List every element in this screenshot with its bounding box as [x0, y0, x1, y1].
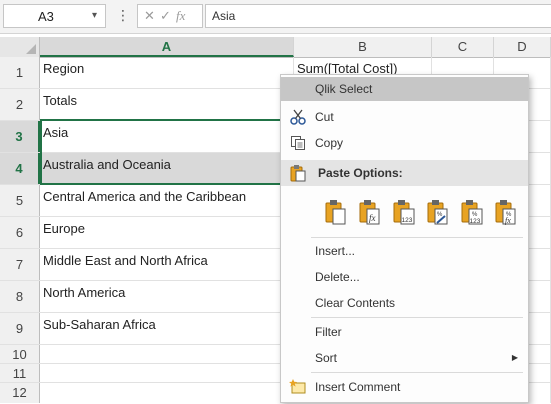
- menu-item-label: Qlik Select: [315, 82, 373, 96]
- svg-text:fx: fx: [505, 216, 511, 225]
- row-header[interactable]: 2: [0, 89, 40, 120]
- menu-item-clear-contents[interactable]: Clear Contents: [281, 291, 528, 315]
- menu-item-label: Paste Options:: [318, 166, 403, 180]
- cell-a7[interactable]: Middle East and North Africa: [40, 249, 294, 280]
- column-header-c[interactable]: C: [432, 37, 494, 57]
- row-header[interactable]: 7: [0, 249, 40, 280]
- row-header[interactable]: 5: [0, 185, 40, 216]
- row-header[interactable]: 8: [0, 281, 40, 312]
- formula-input[interactable]: Asia: [205, 4, 551, 28]
- scissors-icon: [289, 108, 307, 126]
- paste-options-header: Paste Options:: [281, 160, 528, 186]
- name-box[interactable]: A3 ▾: [3, 4, 106, 28]
- menu-item-label: Clear Contents: [315, 296, 396, 310]
- paste-options-row: fx 123 % % 123 % fx: [281, 195, 528, 229]
- cell-a9[interactable]: Sub-Saharan Africa: [40, 313, 294, 344]
- cell-a11[interactable]: [40, 364, 294, 382]
- menu-separator: [311, 237, 523, 238]
- cancel-icon[interactable]: ✕: [144, 8, 155, 24]
- paste-formulas-icon[interactable]: fx: [357, 198, 383, 226]
- menu-item-cut[interactable]: Cut: [281, 105, 528, 129]
- context-menu: Qlik Select Cut Copy Paste Options: fx 1…: [280, 74, 529, 403]
- cell-a3[interactable]: Asia: [40, 121, 294, 152]
- name-box-value: A3: [38, 9, 54, 24]
- row-header[interactable]: 9: [0, 313, 40, 344]
- new-comment-icon: [289, 378, 307, 396]
- row-header[interactable]: 10: [0, 345, 40, 363]
- row-header[interactable]: 12: [0, 383, 40, 403]
- chevron-right-icon: ▶: [511, 353, 518, 362]
- chevron-down-icon[interactable]: ▾: [92, 10, 97, 21]
- menu-item-label: Cut: [315, 110, 334, 124]
- svg-text:fx: fx: [369, 213, 376, 223]
- menu-item-label: Delete...: [315, 270, 360, 284]
- cell-a4[interactable]: Australia and Oceania: [40, 153, 294, 184]
- menu-item-delete[interactable]: Delete...: [281, 265, 528, 289]
- menu-item-insert[interactable]: Insert...: [281, 239, 528, 263]
- menu-item-qlik-select[interactable]: Qlik Select: [281, 77, 528, 101]
- menu-item-insert-comment[interactable]: Insert Comment: [281, 375, 528, 399]
- row-header[interactable]: 6: [0, 217, 40, 248]
- svg-text:123: 123: [470, 218, 481, 225]
- row-header[interactable]: 11: [0, 364, 40, 382]
- menu-item-copy[interactable]: Copy: [281, 131, 528, 155]
- enter-icon[interactable]: ✓: [160, 8, 171, 24]
- column-header-b[interactable]: B: [294, 37, 432, 57]
- menu-item-filter[interactable]: Filter: [281, 320, 528, 344]
- column-header-a[interactable]: A: [40, 37, 294, 57]
- column-headers: A B C D: [0, 37, 551, 58]
- menu-item-sort[interactable]: Sort ▶: [281, 346, 528, 370]
- column-header-d[interactable]: D: [494, 37, 551, 57]
- cell-a10[interactable]: [40, 345, 294, 363]
- insert-function-icon[interactable]: fx: [176, 8, 185, 24]
- menu-item-label: Copy: [315, 136, 344, 150]
- menu-item-label: Insert Comment: [315, 380, 401, 394]
- formula-bar: A3 ▾ ⋮ ✕ ✓ fx Asia: [0, 0, 551, 34]
- row-header[interactable]: 4: [0, 153, 40, 184]
- menu-item-label: Sort: [315, 351, 338, 365]
- svg-text:123: 123: [402, 217, 413, 224]
- paste-formatting-icon[interactable]: %: [425, 198, 451, 226]
- cell-a2[interactable]: Totals: [40, 89, 294, 120]
- paste-values-icon[interactable]: 123: [391, 198, 417, 226]
- clipboard-icon: [289, 164, 307, 182]
- formula-value: Asia: [212, 9, 236, 23]
- more-options-icon[interactable]: ⋮: [116, 5, 130, 25]
- copy-icon: [289, 134, 307, 152]
- paste-values-number-format-icon[interactable]: % 123: [459, 198, 485, 226]
- formula-actions: ✕ ✓ fx: [137, 4, 203, 28]
- menu-item-label: Insert...: [315, 244, 356, 258]
- menu-separator: [311, 372, 523, 373]
- svg-text:%: %: [437, 212, 443, 218]
- paste-formulas-number-format-icon[interactable]: % fx: [493, 198, 519, 226]
- select-all-corner[interactable]: [0, 37, 40, 57]
- row-header[interactable]: 1: [0, 57, 40, 88]
- row-header[interactable]: 3: [0, 121, 40, 152]
- menu-separator: [311, 317, 523, 318]
- cell-a5[interactable]: Central America and the Caribbean: [40, 185, 294, 216]
- cell-a8[interactable]: North America: [40, 281, 294, 312]
- cell-a12[interactable]: [40, 383, 294, 403]
- menu-item-label: Filter: [315, 325, 342, 339]
- cell-a1[interactable]: Region: [40, 57, 294, 88]
- cell-a6[interactable]: Europe: [40, 217, 294, 248]
- paste-icon[interactable]: [323, 198, 349, 226]
